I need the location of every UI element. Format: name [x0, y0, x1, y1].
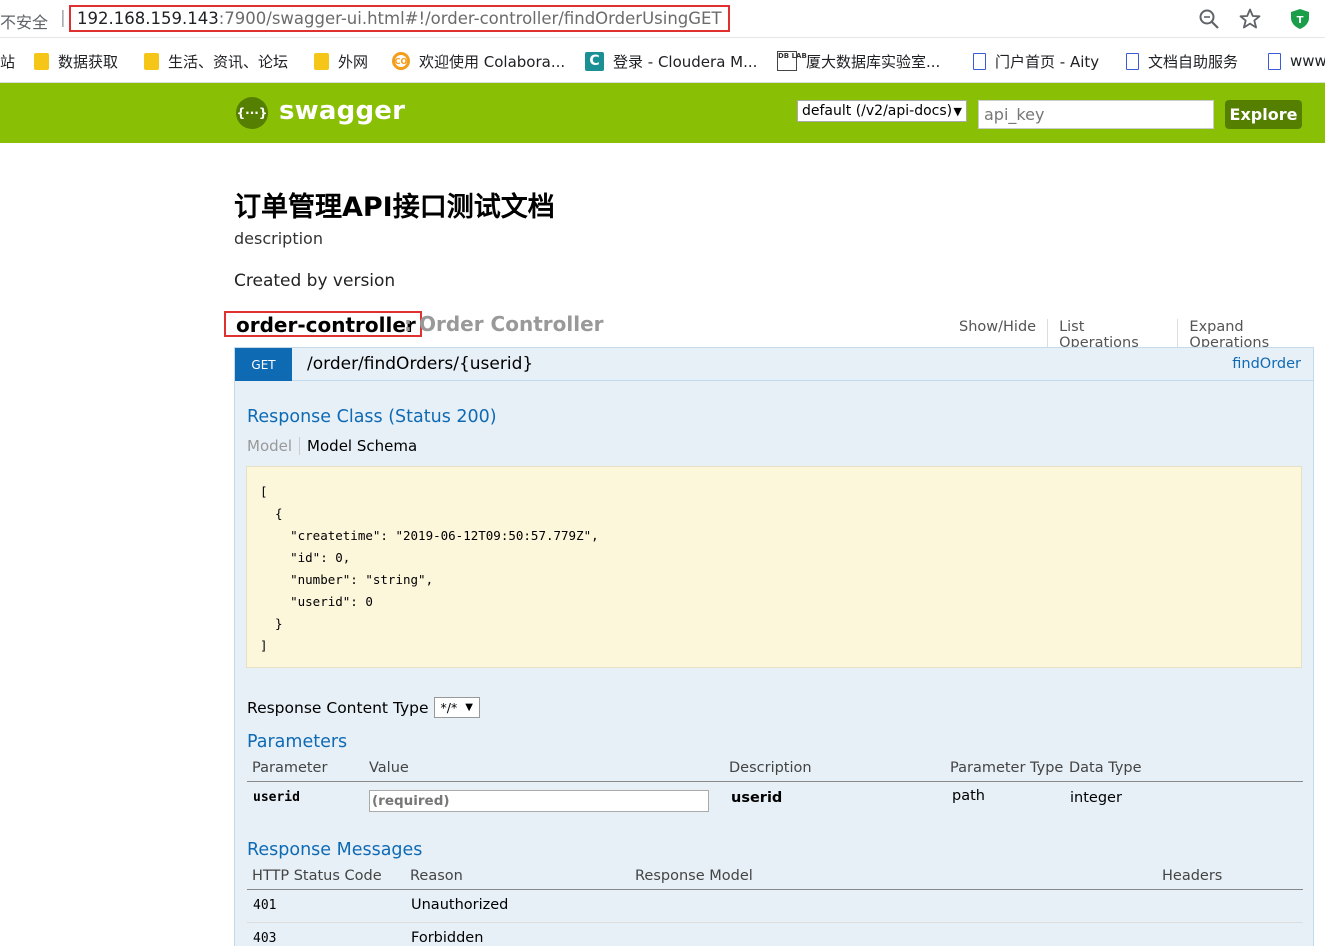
param-type: path [952, 788, 985, 804]
bookmark-label: 文档自助服务 [1148, 52, 1239, 71]
parameters-table-header: Parameter Value Description Parameter Ty… [247, 756, 1303, 782]
page-icon [973, 52, 986, 70]
url-host: 192.168.159.143 [77, 9, 219, 28]
bookmark-item[interactable]: C 登录 - Cloudera M... [585, 50, 757, 72]
operation-nickname-link[interactable]: findOrder [1232, 356, 1301, 372]
spec-select-value: default (/v2/api-docs) [802, 103, 953, 119]
folder-icon [34, 52, 49, 70]
bookmark-label: 数据获取 [58, 52, 119, 71]
column-header: Reason [410, 868, 463, 884]
content-type-value: */* [440, 700, 458, 715]
explore-button[interactable]: Explore [1225, 100, 1302, 129]
parameter-row: userid userid path integer [247, 782, 1303, 815]
tab-model[interactable]: Model [247, 437, 301, 455]
folder-icon [144, 52, 159, 70]
http-method-badge[interactable]: GET [235, 348, 292, 381]
bookmark-folder[interactable]: 生活、资讯、论坛 [144, 50, 288, 72]
resource-description: : Order Controller [404, 312, 604, 336]
browser-address-bar: 不安全 | 192.168.159.143:7900/swagger-ui.ht… [0, 0, 1325, 38]
param-description: userid [731, 790, 783, 806]
bookmark-item[interactable]: www [1268, 50, 1325, 72]
bookmark-item[interactable]: CO 欢迎使用 Colabora... [392, 50, 565, 72]
bookmark-star-icon[interactable] [1238, 7, 1262, 31]
api-key-input[interactable] [978, 100, 1214, 129]
zoom-icon[interactable] [1198, 8, 1220, 30]
bookmark-label: 厦大数据库实验室... [806, 52, 941, 71]
dblab-icon: DB LAB [777, 51, 807, 71]
message-row: 403 Forbidden [247, 923, 1303, 946]
bookmark-label: 外网 [338, 52, 369, 71]
bookmark-label: www [1290, 52, 1325, 70]
dropdown-arrow-icon: ▼ [465, 702, 473, 713]
param-data-type: integer [1070, 790, 1122, 806]
bookmark-item[interactable]: 门户首页 - Aity [973, 50, 1099, 72]
bookmark-label: 站 [0, 52, 16, 71]
column-header: Value [369, 760, 409, 776]
bookmark-label: 欢迎使用 Colabora... [419, 52, 566, 71]
bookmark-label: 门户首页 - Aity [995, 52, 1100, 71]
messages-table-header: HTTP Status Code Reason Response Model H… [247, 864, 1303, 890]
column-header: Parameter [252, 760, 328, 776]
bookmark-item[interactable]: 站 [0, 50, 15, 72]
bookmarks-bar: 站 数据获取 生活、资讯、论坛 外网 CO 欢迎使用 Colabora... C… [0, 38, 1325, 83]
bookmark-label: 登录 - Cloudera M... [613, 52, 758, 71]
tab-model-schema[interactable]: Model Schema [300, 437, 424, 455]
content-type-label: Response Content Type [247, 698, 429, 717]
status-code: 403 [253, 931, 277, 946]
api-version-info: Created by version [234, 271, 396, 291]
url-path: :7900/swagger-ui.html#!/order-controller… [218, 9, 722, 28]
page-icon [1126, 52, 1139, 70]
bookmark-item[interactable]: 文档自助服务 [1126, 50, 1238, 72]
swagger-header: {···} swagger default (/v2/api-docs) ▼ E… [0, 83, 1325, 143]
model-schema-code[interactable]: [ { "createtime": "2019-06-12T09:50:57.7… [246, 466, 1302, 668]
userid-input[interactable] [369, 790, 709, 812]
colab-icon: CO [392, 52, 410, 70]
cloudera-icon: C [585, 51, 604, 71]
api-title: 订单管理API接口测试文档 [234, 192, 555, 223]
extension-shield-icon[interactable]: T [1289, 8, 1311, 30]
bookmark-folder[interactable]: 外网 [314, 50, 368, 72]
operation-path[interactable]: /order/findOrders/{userid} [307, 354, 533, 374]
bookmark-label: 生活、资讯、论坛 [168, 52, 289, 71]
resource-name-link[interactable]: order-controller [224, 311, 422, 337]
response-messages-heading: Response Messages [247, 840, 423, 860]
operation-heading[interactable]: GET /order/findOrders/{userid} findOrder [235, 348, 1313, 381]
param-name: userid [253, 790, 300, 805]
response-class-heading: Response Class (Status 200) [247, 407, 497, 427]
status-reason: Unauthorized [411, 897, 509, 913]
column-header: Response Model [635, 868, 753, 884]
column-header: HTTP Status Code [252, 868, 382, 884]
folder-icon [314, 52, 329, 70]
swagger-logo-icon[interactable]: {···} [236, 97, 268, 129]
page-icon [1268, 52, 1281, 70]
security-indicator[interactable]: 不安全 [0, 9, 48, 33]
svg-text:T: T [1297, 15, 1304, 26]
dropdown-arrow-icon: ▼ [953, 104, 962, 118]
response-content-type: Response Content Type */* ▼ [247, 697, 480, 718]
model-tabs: Model Model Schema [247, 437, 424, 455]
column-header: Data Type [1069, 760, 1142, 776]
message-row: 401 Unauthorized [247, 890, 1303, 923]
status-reason: Forbidden [411, 930, 484, 946]
column-header: Headers [1162, 868, 1223, 884]
api-description: description [234, 229, 323, 248]
column-header: Parameter Type [950, 760, 1064, 776]
content-type-select[interactable]: */* ▼ [433, 697, 480, 718]
url-field[interactable]: 192.168.159.143:7900/swagger-ui.html#!/o… [69, 5, 730, 32]
operation-panel: GET /order/findOrders/{userid} findOrder… [234, 347, 1314, 946]
parameters-heading: Parameters [247, 732, 348, 752]
spec-select[interactable]: default (/v2/api-docs) ▼ [797, 100, 967, 122]
swagger-logo-text[interactable]: swagger [279, 96, 405, 126]
address-separator: | [60, 8, 66, 28]
bookmark-folder[interactable]: 数据获取 [34, 50, 118, 72]
bookmark-item[interactable]: DB LAB 厦大数据库实验室... [777, 50, 940, 72]
status-code: 401 [253, 898, 277, 913]
column-header: Description [729, 760, 812, 776]
